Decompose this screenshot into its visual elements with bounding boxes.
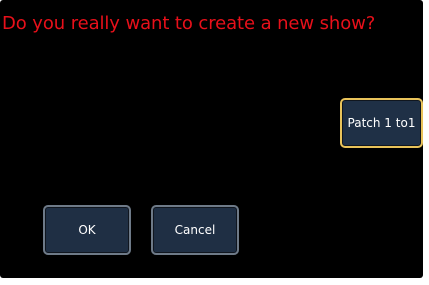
ok-button-label: OK [78, 223, 96, 237]
dialog-prompt: Do you really want to create a new show? [2, 13, 376, 34]
ok-button[interactable]: OK [43, 205, 131, 255]
new-show-dialog: Do you really want to create a new show?… [0, 0, 423, 278]
cancel-button-label: Cancel [174, 223, 216, 237]
patch-button-label-line1: Patch 1 to [347, 115, 408, 130]
patch-1-to-1-button[interactable]: Patch 1 to 1 [340, 98, 423, 148]
cancel-button[interactable]: Cancel [151, 205, 239, 255]
patch-button-label-line2: 1 [407, 115, 416, 130]
